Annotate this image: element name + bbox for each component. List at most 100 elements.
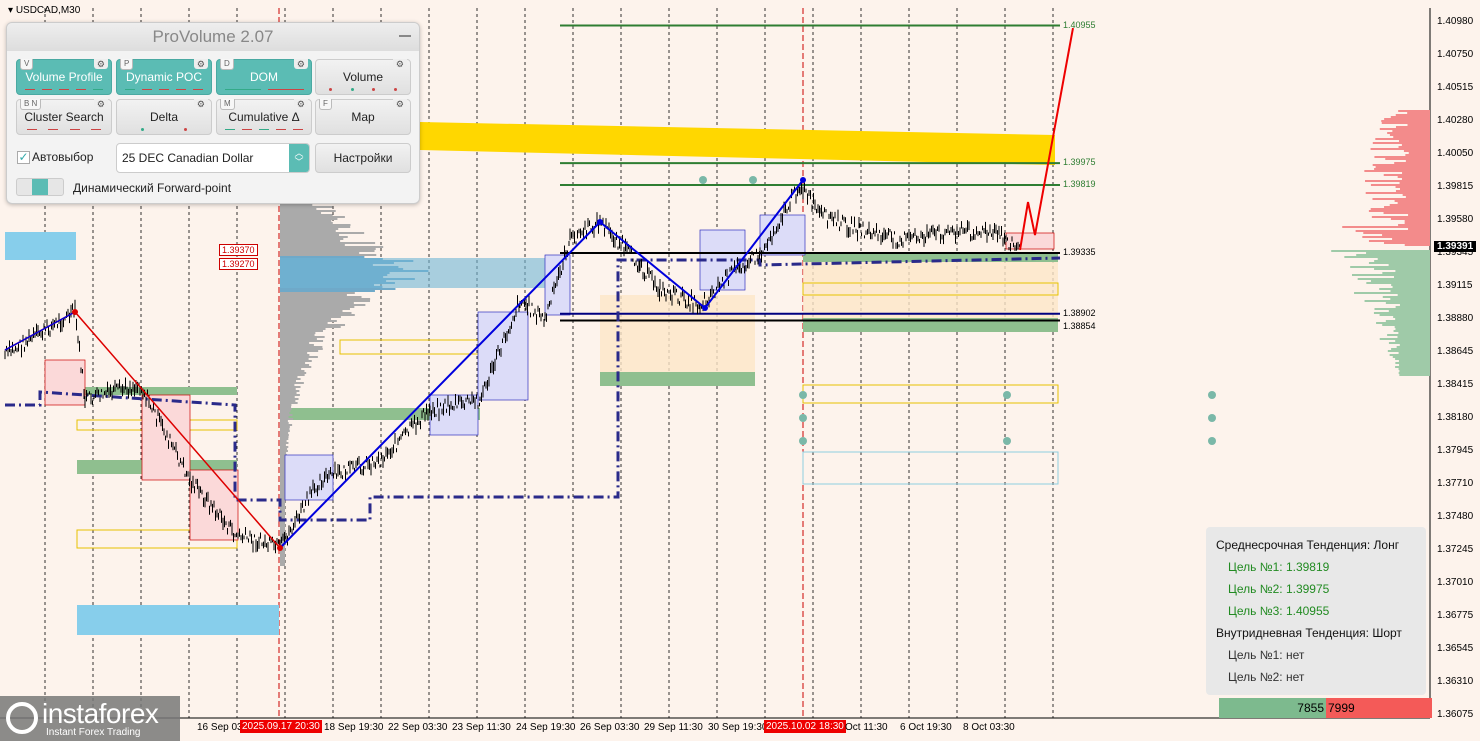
button-label: Volume Profile (25, 70, 102, 84)
dom-ask-bar (1366, 192, 1430, 194)
time-tick: 29 Sep 11:30 (644, 722, 703, 733)
volume-profile-bar (280, 486, 285, 488)
settings-button[interactable]: Настройки (315, 143, 411, 173)
volume-profile-bar (280, 388, 296, 390)
dom-ask-bar (1392, 238, 1430, 240)
volume-profile-bar (280, 240, 340, 242)
dom-ask-bar (1363, 232, 1430, 234)
button-label: Cluster Search (24, 110, 103, 124)
gear-icon[interactable]: ⚙ (94, 59, 108, 69)
dom-ask-bar (1405, 220, 1430, 222)
gear-icon[interactable]: ⚙ (393, 99, 407, 109)
forward-point-toggle[interactable] (16, 178, 64, 196)
volume-profile-bar (280, 344, 314, 346)
volume-profile-bar (280, 304, 365, 306)
indicator-marks (121, 127, 207, 131)
tool-button-map[interactable]: F ⚙ Map (315, 99, 411, 135)
dom-ask-bar (1398, 176, 1430, 178)
tool-button-dynamic-poc[interactable]: P ⚙ Dynamic POC (116, 59, 212, 95)
dom-bid-bar (1389, 264, 1430, 266)
dom-ask-bar (1396, 190, 1430, 192)
blue-zone (77, 605, 279, 635)
marker-dot (799, 414, 807, 422)
dom-bid-bar (1390, 290, 1430, 292)
volume-profile-bar (280, 378, 301, 380)
volume-profile-bar (280, 292, 355, 294)
minimize-icon[interactable] (399, 35, 411, 37)
dom-ask-bar (1404, 150, 1430, 152)
dom-ask-bar (1408, 214, 1430, 216)
dom-bid-bar (1395, 326, 1430, 328)
tool-button-delta[interactable]: ⚙ Delta (116, 99, 212, 135)
volume-profile-bar (280, 406, 291, 408)
dom-ask-bar (1409, 152, 1430, 154)
dom-bid-bar (1369, 262, 1430, 264)
gear-icon[interactable]: ⚙ (94, 99, 108, 109)
marker-dot (1003, 391, 1011, 399)
dom-bid-bar (1390, 354, 1430, 356)
volume-profile-bar (280, 414, 292, 416)
volume-profile-bar (280, 430, 290, 432)
dom-ask-bar (1406, 160, 1430, 162)
dom-ask-bar (1376, 166, 1430, 168)
volume-profile-bar (280, 324, 345, 326)
price-tick: 1.38880 (1437, 313, 1473, 324)
dom-ask-bar (1405, 154, 1430, 156)
indicator-marks (121, 87, 207, 91)
volume-profile-bar (280, 236, 348, 238)
dom-bid-bar (1391, 284, 1430, 286)
gear-icon[interactable]: ⚙ (294, 99, 308, 109)
dom-bid-bar (1398, 332, 1430, 334)
volume-profile-bar (280, 330, 323, 332)
dom-bid-bar (1395, 318, 1430, 320)
gear-icon[interactable]: ⚙ (194, 59, 208, 69)
dom-bid-bar (1399, 364, 1430, 366)
dom-ask-bar (1402, 172, 1430, 174)
time-tick: 30 Sep 19:30 (708, 722, 768, 733)
volume-profile-bar (280, 412, 289, 414)
dom-ask-bar (1393, 136, 1430, 138)
tool-button-volume[interactable]: ⚙ Volume (315, 59, 411, 95)
price-tick: 1.40980 (1437, 16, 1473, 27)
zigzag-up (5, 312, 75, 350)
volume-profile-bar (280, 400, 295, 402)
autoselect-checkbox[interactable]: ✓ (17, 151, 30, 164)
volume-profile-bar (280, 396, 295, 398)
dom-ask-bar (1382, 234, 1430, 236)
spinner-arrows-icon[interactable]: ︿ ﹀ (289, 144, 309, 172)
blue-zone (5, 232, 76, 260)
hotkey-label: P (120, 59, 133, 70)
logo-tagline: Instant Forex Trading (46, 727, 141, 738)
volume-profile-bar (280, 420, 288, 422)
logo-name: instaforex (42, 698, 158, 730)
dom-ask-bar (1381, 120, 1430, 122)
dom-ask-bar (1402, 178, 1430, 180)
gear-icon[interactable]: ⚙ (194, 99, 208, 109)
tool-button-cumulative[interactable]: M ⚙ Cumulative Δ (216, 99, 312, 135)
price-axis-bg (1430, 0, 1480, 741)
volume-profile-bar (280, 356, 318, 358)
zigzag-point (702, 305, 708, 311)
volume-profile-bar (280, 380, 296, 382)
volume-profile-bar (280, 358, 309, 360)
tool-button-cluster-search[interactable]: B N ⚙ Cluster Search (16, 99, 112, 135)
price-tick: 1.38415 (1437, 379, 1473, 390)
dom-ask-bar (1375, 138, 1430, 140)
gear-icon[interactable]: ⚙ (294, 59, 308, 69)
volume-profile-bar (280, 428, 289, 430)
price-tick: 1.39815 (1437, 181, 1473, 192)
tool-button-dom[interactable]: D ⚙ DOM (216, 59, 312, 95)
dom-ask-bar (1372, 216, 1430, 218)
dom-ask-bar (1371, 184, 1430, 186)
intraday-target: Цель №2: нет (1228, 670, 1304, 684)
gear-icon[interactable]: ⚙ (393, 59, 407, 69)
instrument-select[interactable]: 25 DEC Canadian Dollar ︿ ﹀ (116, 143, 310, 173)
volume-profile-bar (280, 410, 290, 412)
green-zone (600, 372, 755, 386)
tool-button-volume-profile[interactable]: V ⚙ Volume Profile (16, 59, 112, 95)
price-tick: 1.36545 (1437, 643, 1473, 654)
dom-ask-bar (1342, 226, 1430, 228)
button-label: Delta (150, 110, 178, 124)
dom-bid-bar (1394, 276, 1430, 278)
dom-ask-bar (1399, 140, 1430, 142)
